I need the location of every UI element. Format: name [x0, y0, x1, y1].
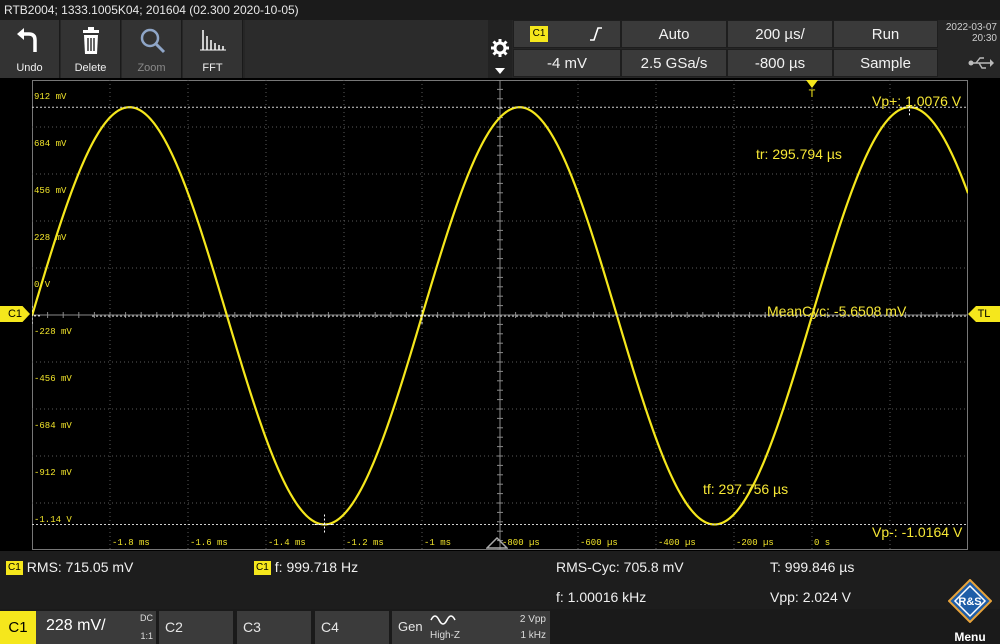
x-axis-label: -200 µs: [736, 538, 774, 548]
y-axis-label: -456 mV: [34, 373, 72, 384]
y-axis-label: -228 mV: [34, 326, 72, 337]
toolbar: Undo Delete Zoom FFT C1 Auto 200 µs/ Run…: [0, 20, 1000, 78]
gear-icon: [491, 39, 509, 57]
menu-label: Menu: [954, 630, 986, 644]
delete-button[interactable]: Delete: [61, 20, 121, 78]
channel-4-tab[interactable]: C4: [315, 611, 389, 644]
acq-mode-cell[interactable]: Sample: [833, 49, 938, 77]
undo-button[interactable]: Undo: [0, 20, 60, 78]
y-axis-label: 0 V: [34, 279, 51, 290]
mean-cycle-annotation: MeanCyc: -5.6508 mV: [767, 303, 907, 319]
y-axis-label: -684 mV: [34, 420, 72, 431]
datetime-panel: 2022-03-07 20:30: [938, 20, 1000, 78]
magnifier-icon: [140, 28, 166, 54]
sine-wave-icon: [430, 615, 456, 625]
chevron-down-icon: [495, 68, 505, 74]
fft-button[interactable]: FFT: [183, 20, 243, 78]
settings-button[interactable]: [488, 20, 512, 78]
y-axis-label: -912 mV: [34, 467, 72, 478]
usb-icon: [968, 57, 994, 69]
date-text: 2022-03-07: [945, 22, 997, 33]
channel-2-tab[interactable]: C2: [159, 611, 233, 644]
time-text: 20:30: [971, 33, 997, 44]
rms-value: RMS: 715.05 mV: [26, 559, 134, 575]
x-axis-label: -1.2 ms: [346, 538, 384, 548]
y-axis-label: 228 mV: [34, 232, 67, 243]
trigger-position-label: T: [808, 88, 816, 100]
generator-amplitude: 2 Vpp: [519, 614, 546, 625]
freq-value: f: 999.718 Hz: [274, 559, 359, 575]
spectrum-icon: [200, 30, 226, 51]
trigger-position-marker[interactable]: T: [805, 80, 819, 100]
trigger-position-arrow-icon: [806, 80, 818, 88]
channel-bar: C1 228 mV/ DC 1:1 C2 C3 C4 Gen High-Z 2 …: [0, 579, 1000, 644]
rms-cyc-measurement: RMS-Cyc: 705.8 mV: [556, 559, 684, 575]
svg-text:R&S: R&S: [958, 596, 981, 608]
channel-1-coupling: DC: [140, 613, 153, 623]
channel-1-settings[interactable]: 228 mV/ DC 1:1: [36, 611, 156, 644]
time-position-cell[interactable]: -800 µs: [727, 49, 833, 77]
toolbar-empty-area: [245, 20, 488, 78]
zoom-label: Zoom: [137, 62, 166, 74]
generator-tab[interactable]: Gen High-Z 2 Vpp 1 kHz: [392, 611, 550, 644]
channel-3-tab[interactable]: C3: [237, 611, 311, 644]
menu-button[interactable]: R&S Menu: [940, 575, 1000, 644]
x-axis-label: -1 ms: [424, 538, 452, 548]
trigger-level-marker[interactable]: TL: [968, 306, 1000, 322]
zoom-button[interactable]: Zoom: [122, 20, 182, 78]
y-axis-label: 456 mV: [34, 185, 67, 196]
x-axis-label: -400 µs: [658, 538, 696, 548]
trigger-mode-cell[interactable]: Auto: [621, 20, 727, 48]
freq-source-badge: C1: [254, 561, 271, 576]
vp-neg-annotation: Vp-: -1.0164 V: [872, 524, 963, 540]
rms-measurement[interactable]: C1 RMS: 715.05 mV: [6, 559, 134, 576]
x-axis-label: -1.6 ms: [190, 538, 228, 548]
rising-edge-icon: [590, 27, 602, 41]
measurement-bar: C1 RMS: 715.05 mV C1 f: 999.718 Hz RMS-Cyc…: [0, 551, 1000, 609]
rms-source-badge: C1: [6, 561, 23, 576]
rs-logo-icon: R&S: [948, 579, 992, 623]
generator-impedance: High-Z: [430, 630, 461, 641]
y-axis-label: 684 mV: [34, 138, 67, 149]
x-axis-label: 0 s: [814, 538, 831, 548]
undo-label: Undo: [16, 62, 43, 74]
channel-offset-marker[interactable]: C1: [0, 306, 30, 322]
delete-label: Delete: [74, 62, 107, 74]
frequency-measurement[interactable]: C1 f: 999.718 Hz: [254, 559, 359, 576]
vp-pos-annotation: Vp+: 1.0076 V: [872, 93, 962, 109]
frequency2-measurement: f: 1.00016 kHz: [556, 589, 647, 605]
fft-label: FFT: [202, 62, 223, 74]
period-measurement: T: 999.846 µs: [770, 559, 855, 575]
trigger-source-cell[interactable]: C1: [513, 20, 621, 48]
trash-icon: [83, 27, 99, 54]
channel-1-tab[interactable]: C1: [0, 611, 36, 644]
fall-time-annotation: tf: 297.756 µs: [703, 481, 789, 497]
timebase-cell[interactable]: 200 µs/: [727, 20, 833, 48]
run-state-cell[interactable]: Run: [833, 20, 938, 48]
generator-frequency: 1 kHz: [520, 630, 546, 641]
x-axis-label: -600 µs: [580, 538, 618, 548]
channel-1-scale: 228 mV/: [46, 617, 106, 634]
horizontal-position-marker[interactable]: [486, 537, 508, 549]
trigger-level-cell[interactable]: -4 mV: [513, 49, 621, 77]
undo-icon: [17, 28, 37, 52]
generator-label: Gen: [398, 619, 423, 634]
sample-rate-cell[interactable]: 2.5 GSa/s: [621, 49, 727, 77]
x-axis-label: -1.4 ms: [268, 538, 306, 548]
rise-time-annotation: tr: 295.794 µs: [756, 146, 842, 162]
window-title: RTB2004; 1333.1005K04; 201604 (02.300 20…: [0, 0, 1000, 20]
vpp-measurement: Vpp: 2.024 V: [770, 589, 851, 605]
y-axis-label: -1.14 V: [34, 514, 72, 525]
y-axis-label: 912 mV: [34, 91, 67, 102]
channel-1-probe-ratio: 1:1: [140, 631, 153, 641]
trigger-source-badge: C1: [530, 26, 548, 42]
x-axis-label: -1.8 ms: [112, 538, 150, 548]
